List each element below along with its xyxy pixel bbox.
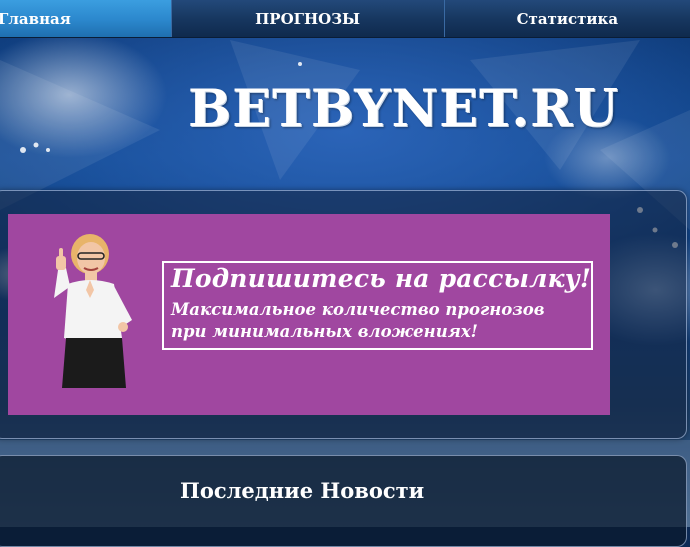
nav-item-forecasts-label: ПРОГНОЗЫ	[255, 9, 361, 28]
promo-text-box[interactable]: Подпишитесь на рассылку! Максимальное ко…	[162, 261, 593, 350]
news-section-title: Последние Новости	[180, 478, 425, 503]
promo-title: Подпишитесь на рассылку!	[171, 264, 592, 293]
main-nav: Главная ПРОГНОЗЫ Статистика	[0, 0, 690, 38]
promo-subtitle-line-2: при минимальных вложениях!	[171, 322, 478, 341]
nav-item-statistics[interactable]: Статистика	[445, 0, 690, 37]
woman-thumbs-up-image	[54, 234, 132, 388]
site-logo[interactable]: BETBYNET.RU	[188, 84, 638, 135]
promo-subtitle-line-1: Максимальное количество прогнозов	[171, 300, 545, 319]
nav-item-home-label: Главная	[0, 9, 71, 28]
nav-item-statistics-label: Статистика	[516, 9, 619, 28]
nav-item-forecasts[interactable]: ПРОГНОЗЫ	[172, 0, 445, 37]
nav-item-home[interactable]: Главная	[0, 0, 172, 37]
